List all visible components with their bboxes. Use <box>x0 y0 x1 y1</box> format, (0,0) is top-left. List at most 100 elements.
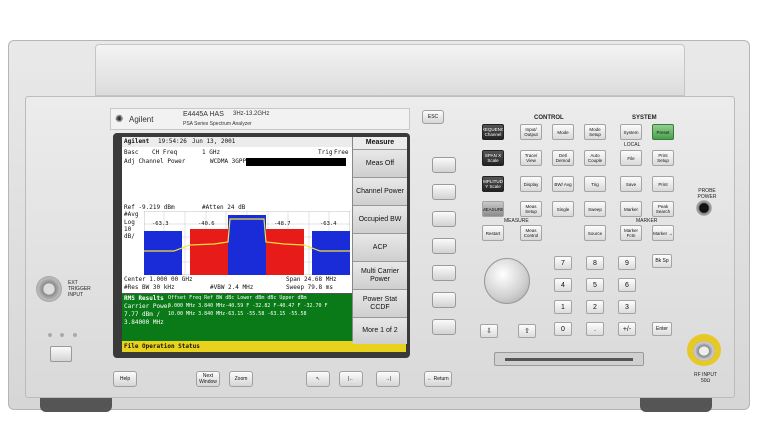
arrow-forward-tab-icon: →| <box>384 376 392 382</box>
marker-fctn-key[interactable]: Marker Fctn <box>620 225 642 241</box>
backspace-key[interactable]: Bk Sp <box>652 254 672 268</box>
softkey-menu-title: Measure <box>353 137 407 150</box>
span-x-scale-key[interactable]: SPAN X Scale <box>482 150 504 166</box>
trig-label: Trig <box>318 149 333 156</box>
side-key-4[interactable] <box>432 238 456 254</box>
help-button[interactable]: Help <box>113 371 137 387</box>
standard-field <box>246 158 346 166</box>
side-key-5[interactable] <box>432 265 456 281</box>
arrow-back-tab-icon: |← <box>347 376 355 382</box>
arrow-down-icon: ⇩ <box>486 328 492 335</box>
bw-avg-key[interactable]: BW/ Avg <box>552 176 574 192</box>
arrow-up-icon: ⇧ <box>524 328 530 335</box>
numpad-plus-minus[interactable]: +/- <box>618 322 636 336</box>
series-name: PSA Series Spectrum Analyzer <box>183 121 252 127</box>
frequency-channel-key[interactable]: FREQUENCY Channel <box>482 124 504 140</box>
rotary-knob[interactable] <box>484 258 530 304</box>
meas-setup-key[interactable]: Meas Setup <box>520 201 542 217</box>
trace-view-key[interactable]: Trace/ View <box>520 150 542 166</box>
source-key[interactable]: Source <box>584 225 606 241</box>
bar-value-3: -48.7 <box>274 221 291 227</box>
numpad-2[interactable]: 2 <box>586 300 604 314</box>
results-table-header: Offset Freq Ref BW dBc Lower dBm dBc Upp… <box>168 295 307 301</box>
carrier-power-value: 7.77 dBm / <box>124 311 161 318</box>
meas-control-key[interactable]: Meas Control <box>520 225 542 241</box>
standard-name: WCDMA 3GPP <box>210 158 247 165</box>
rf-input-impedance: 50Ω <box>701 378 711 384</box>
softkey-channel-power[interactable]: Channel Power <box>353 178 407 206</box>
lower-adj-channel-bar <box>190 229 228 275</box>
softkey-acp[interactable]: ACP <box>353 234 407 262</box>
print-setup-key[interactable]: Print Setup <box>652 150 674 166</box>
mode-setup-key[interactable]: Mode Setup <box>584 124 606 140</box>
center-frequency: Center 1.000 00 GHz <box>124 276 193 283</box>
marker-key[interactable]: Marker <box>620 201 642 217</box>
restart-key[interactable]: Restart <box>482 225 504 241</box>
softkey-power-stat-ccdf[interactable]: Power Stat CCDF <box>353 290 407 318</box>
trig-key[interactable]: Trig <box>584 176 606 192</box>
numpad-9[interactable]: 9 <box>618 256 636 270</box>
softkey-more[interactable]: More 1 of 2 <box>353 318 407 344</box>
measure-key[interactable]: MEASURE <box>482 201 504 217</box>
side-key-3[interactable] <box>432 211 456 227</box>
side-key-1[interactable] <box>432 157 456 173</box>
softkey-meas-off[interactable]: Meas Off <box>353 150 407 178</box>
attenuation: #Atten 24 dB <box>202 204 246 211</box>
probe-power-connector[interactable] <box>696 200 712 216</box>
side-key-7[interactable] <box>432 319 456 335</box>
marker-arrow-key[interactable]: Marker → <box>652 225 674 241</box>
file-key[interactable]: File <box>620 150 642 166</box>
next-window-button[interactable]: Next Window <box>196 371 220 387</box>
numpad-3[interactable]: 3 <box>618 300 636 314</box>
mode-key[interactable]: Mode <box>552 124 574 140</box>
avg-label: #Avg <box>124 211 139 218</box>
display-key[interactable]: Display <box>520 176 542 192</box>
return-button[interactable]: ← Return <box>424 371 452 387</box>
control-section-title: CONTROL <box>534 115 564 121</box>
tab-back-button[interactable]: |← <box>339 371 363 387</box>
arrow-down-key[interactable]: ⇩ <box>480 324 498 338</box>
save-key[interactable]: Save <box>620 176 642 192</box>
power-button[interactable] <box>50 346 72 362</box>
esc-button[interactable]: ESC <box>422 110 444 124</box>
numpad-5[interactable]: 5 <box>586 278 604 292</box>
amplitude-y-scale-key[interactable]: AMPLITUDE Y Scale <box>482 176 504 192</box>
numpad-decimal[interactable]: . <box>586 322 604 336</box>
auto-couple-key[interactable]: Auto Couple <box>584 150 606 166</box>
ext-trigger-connector[interactable] <box>36 276 62 302</box>
numpad-4[interactable]: 4 <box>554 278 572 292</box>
numpad-8[interactable]: 8 <box>586 256 604 270</box>
input-output-key[interactable]: Input/ Output <box>520 124 542 140</box>
bar-value-4: -63.4 <box>320 221 337 227</box>
side-key-2[interactable] <box>432 184 456 200</box>
peak-search-key[interactable]: Peak Search <box>652 201 674 217</box>
rf-input-connector[interactable] <box>693 341 715 361</box>
system-key[interactable]: System <box>620 124 642 140</box>
numpad-0[interactable]: 0 <box>554 322 572 336</box>
softkey-multi-carrier-power[interactable]: Multi Carrier Power <box>353 262 407 290</box>
preset-key[interactable]: Preset <box>652 124 674 140</box>
single-key[interactable]: Single <box>552 201 574 217</box>
measurement-name: Adj Channel Power <box>124 158 186 165</box>
numpad-1[interactable]: 1 <box>554 300 572 314</box>
spectrum-plot: Ref -9.219 dBm #Atten 24 dB #Avg Log 10 … <box>122 203 352 275</box>
sweep-settings: Center 1.000 00 GHz Span 24.68 MHz #Res … <box>122 275 352 293</box>
display-date: Jun 13, 2001 <box>192 138 236 145</box>
res-bw: #Res BW 30 kHz <box>124 284 175 291</box>
zoom-button[interactable]: Zoom <box>229 371 253 387</box>
sweep-key[interactable]: Sweep <box>584 201 606 217</box>
tab-left-button[interactable]: ↖ <box>306 371 330 387</box>
det-demod-key[interactable]: Det/ Demod <box>552 150 574 166</box>
bar-value-2: -40.6 <box>198 221 215 227</box>
print-key[interactable]: Print <box>652 176 674 192</box>
side-key-6[interactable] <box>432 292 456 308</box>
display-header: Agilent 19:54:26 Jun 13, 2001 <box>122 137 352 147</box>
numpad-7[interactable]: 7 <box>554 256 572 270</box>
arrow-up-key[interactable]: ⇧ <box>518 324 536 338</box>
display-settings-area: Basc CH Freq 1 GHz Trig Free Adj Channel… <box>122 147 352 203</box>
numpad-6[interactable]: 6 <box>618 278 636 292</box>
softkey-occupied-bw[interactable]: Occupied BW <box>353 206 407 234</box>
floppy-drive[interactable] <box>494 352 644 366</box>
tab-forward-button[interactable]: →| <box>376 371 400 387</box>
enter-key[interactable]: Enter <box>652 322 672 336</box>
